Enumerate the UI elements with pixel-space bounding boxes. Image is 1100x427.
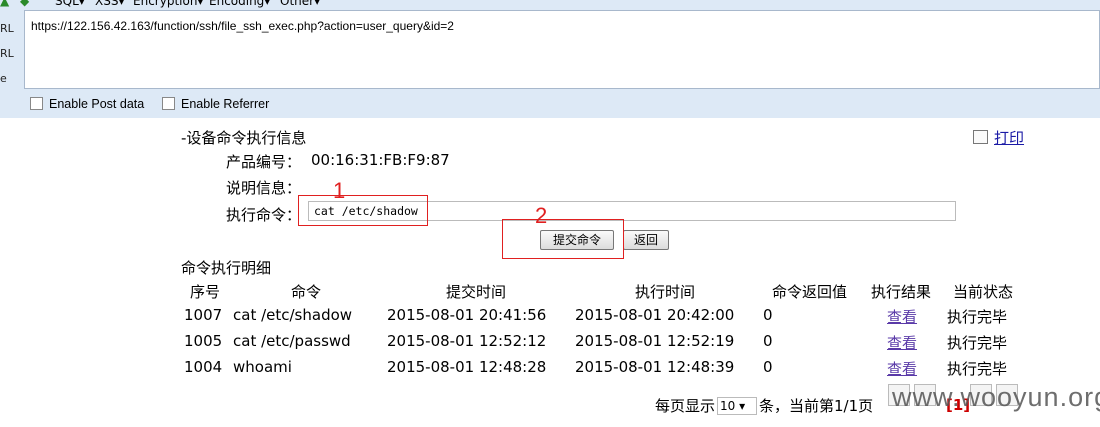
pager: 每页显示 10 ▾ 条，当前第1/1页 (655, 395, 873, 416)
table-row-id: 1005 (184, 332, 223, 350)
page-size-value: 10 (720, 399, 736, 413)
table-row-command: whoami (233, 358, 292, 376)
description-label: 说明信息： (226, 179, 302, 197)
enable-post-checkbox[interactable]: Enable Post data (30, 97, 144, 111)
table-row-command: cat /etc/passwd (233, 332, 351, 350)
table-row-command: cat /etc/shadow (233, 306, 353, 324)
annotation-number-2: 2 (535, 203, 548, 228)
arrow-down-icon[interactable]: ◆ (20, 0, 29, 8)
pager-suffix: 条，当前第1/1页 (759, 397, 874, 415)
header-status: 当前状态 (953, 283, 1014, 301)
table-row-return: 0 (763, 358, 773, 376)
header-command: 命令 (291, 283, 322, 301)
watermark: www.wooyun.org (892, 382, 1100, 412)
hackbar-side-buttons: RL RL e (0, 10, 22, 90)
header-exec-time: 执行时间 (635, 283, 696, 301)
arrow-up-icon[interactable]: ▲ (0, 0, 9, 8)
detail-title: 命令执行明细 (181, 259, 272, 277)
table-row-return: 0 (763, 332, 773, 350)
menu-sql[interactable]: SQL▾ (55, 0, 85, 8)
table-row-submit-time: 2015-08-01 12:52:12 (387, 332, 547, 350)
annotation-box-1 (298, 195, 428, 226)
enable-referrer-label: Enable Referrer (181, 97, 270, 111)
checkbox-icon[interactable] (162, 97, 175, 110)
header-id: 序号 (190, 283, 221, 301)
table-row-status: 执行完毕 (947, 360, 1008, 378)
command-label: 执行命令： (226, 206, 302, 224)
page-size-select[interactable]: 10 ▾ (717, 397, 758, 415)
print-icon (973, 130, 988, 144)
table-row-return: 0 (763, 306, 773, 324)
menu-encoding[interactable]: Encoding▾ (209, 0, 270, 8)
hackbar-toolbar: ▲ ◆ SQL▾ XSS▾ Encryption▾ Encoding▾ Othe… (0, 0, 1100, 10)
table-row-submit-time: 2015-08-01 20:41:56 (387, 306, 547, 324)
enable-referrer-checkbox[interactable]: Enable Referrer (162, 97, 269, 111)
header-result: 执行结果 (871, 283, 932, 301)
enable-post-label: Enable Post data (49, 97, 145, 111)
url-textarea[interactable]: https://122.156.42.163/function/ssh/file… (24, 10, 1100, 89)
annotation-box-2 (502, 219, 624, 259)
table-row-exec-time: 2015-08-01 20:42:00 (575, 306, 735, 324)
table-row-submit-time: 2015-08-01 12:48:28 (387, 358, 547, 376)
header-return-value: 命令返回值 (772, 283, 848, 301)
product-value: 00:16:31:FB:F9:87 (311, 151, 450, 169)
annotation-number-1: 1 (333, 178, 346, 203)
back-button[interactable]: 返回 (623, 230, 669, 250)
view-result-link[interactable]: 查看 (887, 306, 917, 327)
view-result-link[interactable]: 查看 (887, 332, 917, 353)
product-label: 产品编号： (226, 153, 302, 171)
split-url-button[interactable]: RL (0, 47, 14, 60)
menu-xss[interactable]: XSS▾ (95, 0, 124, 8)
print-label[interactable]: 打印 (994, 129, 1024, 147)
load-url-button[interactable]: RL (0, 22, 14, 35)
menu-encryption[interactable]: Encryption▾ (133, 0, 203, 8)
table-row-exec-time: 2015-08-01 12:52:19 (575, 332, 735, 350)
section-title: -设备命令执行信息 (181, 129, 307, 147)
table-row-id: 1007 (184, 306, 223, 324)
table-row-exec-time: 2015-08-01 12:48:39 (575, 358, 735, 376)
table-row-status: 执行完毕 (947, 334, 1008, 352)
execute-button[interactable]: e (0, 72, 7, 85)
checkbox-icon[interactable] (30, 97, 43, 110)
header-submit-time: 提交时间 (446, 283, 507, 301)
table-row-status: 执行完毕 (947, 308, 1008, 326)
print-link[interactable]: 打印 (973, 127, 1024, 148)
pager-prefix: 每页显示 (655, 397, 716, 415)
view-result-link[interactable]: 查看 (887, 358, 917, 379)
menu-other[interactable]: Other▾ (280, 0, 320, 8)
table-row-id: 1004 (184, 358, 223, 376)
